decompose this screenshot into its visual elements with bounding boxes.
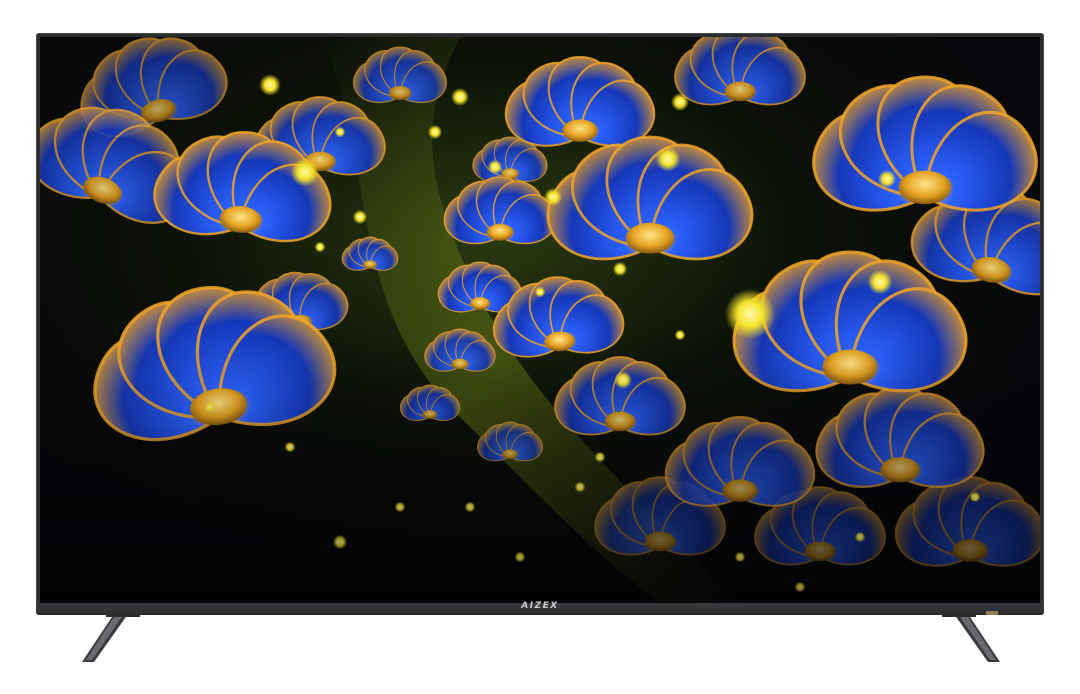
sparkle: [724, 288, 776, 340]
sparkle: [259, 74, 281, 96]
sparkle: [334, 126, 346, 138]
sparkle: [867, 269, 893, 295]
sparkle: [671, 93, 689, 111]
sparkle: [878, 170, 896, 188]
sparkle: [655, 146, 681, 172]
sparkle: [352, 209, 368, 225]
brand-logo: AIZEX: [521, 601, 559, 611]
tv-stand-left: [82, 612, 140, 662]
sparkle: [612, 261, 628, 277]
tv-screen: [40, 37, 1040, 603]
tv-stand-right: [942, 612, 1000, 662]
sparkle: [544, 188, 562, 206]
sparkle: [534, 286, 546, 298]
television: AIZEX: [36, 33, 1044, 615]
sparkle: [314, 241, 326, 253]
sparkle: [427, 124, 443, 140]
sparkle: [451, 88, 469, 106]
sparkle: [290, 157, 320, 187]
sparkle: [487, 159, 503, 175]
screen-wallpaper: [40, 37, 1040, 603]
